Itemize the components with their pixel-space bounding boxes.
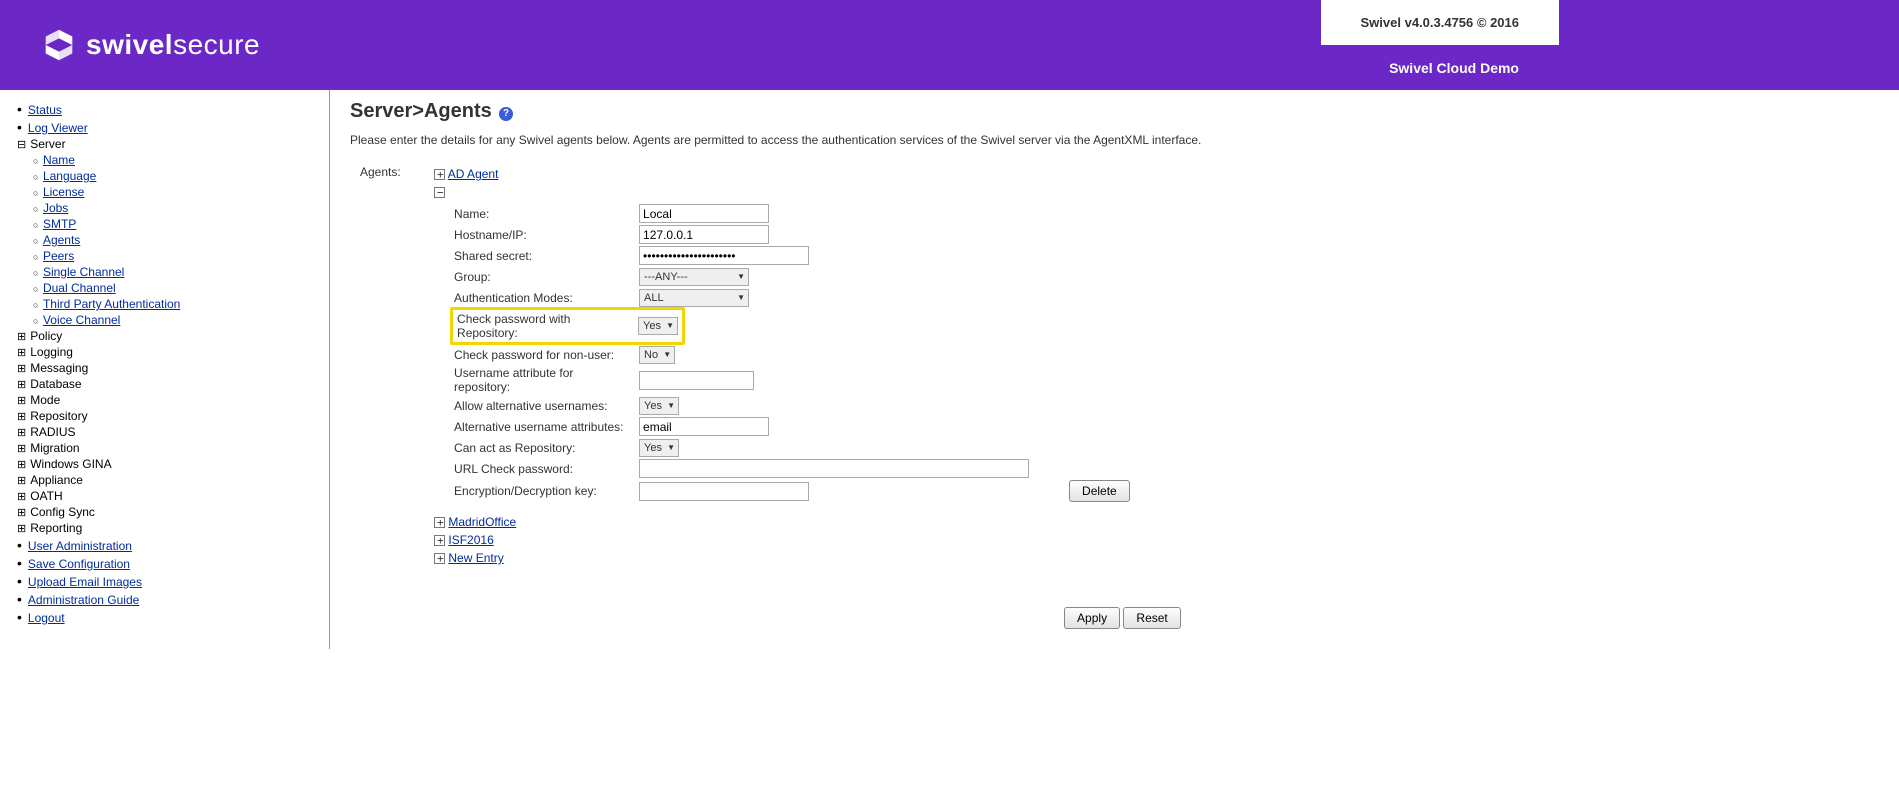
version-text: Swivel v4.0.3.4756 © 2016 [1321,0,1559,45]
expand-ad-agent-icon[interactable]: + [434,169,445,180]
expand-madrid-icon[interactable]: + [434,517,445,528]
sidebar-user-admin[interactable]: User Administration [28,539,132,553]
sidebar-log-viewer[interactable]: Log Viewer [28,121,88,135]
sidebar-server-license[interactable]: License [43,185,84,199]
input-shared-secret[interactable] [639,246,809,265]
label-shared-secret: Shared secret: [454,249,639,263]
content: Server>Agents ? Please enter the details… [330,90,1899,649]
label-allow-alt-usernames: Allow alternative usernames: [454,399,639,413]
sidebar-oath[interactable]: OATH [30,489,62,503]
sidebar-migration[interactable]: Migration [30,441,79,455]
page-intro: Please enter the details for any Swivel … [350,133,1879,147]
select-check-password-non-user[interactable]: No [639,346,675,364]
expand-isf2016-icon[interactable]: + [434,535,445,546]
swivel-logo-icon [40,26,78,64]
brand-name: swivelsecure [86,29,260,61]
sidebar-database[interactable]: Database [30,377,81,391]
sidebar-policy[interactable]: Policy [30,329,62,343]
label-username-attr-repository: Username attribute for repository: [454,366,639,394]
input-username-attr-repository[interactable] [639,371,754,390]
agent-new-entry[interactable]: New Entry [448,551,503,565]
sidebar-config-sync[interactable]: Config Sync [30,505,95,519]
sidebar-server-dual-channel[interactable]: Dual Channel [43,281,116,295]
select-check-password-repository[interactable]: Yes [638,317,678,335]
reset-button[interactable]: Reset [1123,607,1180,629]
sidebar-reporting[interactable]: Reporting [30,521,82,535]
label-encryption-key: Encryption/Decryption key: [454,484,639,498]
sidebar-save-config[interactable]: Save Configuration [28,557,130,571]
sidebar-server[interactable]: Server [30,137,65,151]
highlight-check-password-repository: Check password with Repository: Yes [450,307,685,345]
input-alt-username-attrs[interactable] [639,417,769,436]
select-group[interactable]: ---ANY--- [639,268,749,286]
label-alt-username-attrs: Alternative username attributes: [454,420,639,434]
apply-button[interactable]: Apply [1064,607,1120,629]
input-url-check-password[interactable] [639,459,1029,478]
agents-label: Agents: [360,165,431,179]
agent-isf2016[interactable]: ISF2016 [448,533,493,547]
page-title: Server>Agents [350,100,492,123]
sidebar-server-single-channel[interactable]: Single Channel [43,265,124,279]
label-check-password-repository: Check password with Repository: [457,312,638,340]
sidebar-status[interactable]: Status [28,103,62,117]
label-auth-modes: Authentication Modes: [454,291,639,305]
agent-madrid-office[interactable]: MadridOffice [448,515,516,529]
sidebar-windows-gina[interactable]: Windows GINA [30,457,111,471]
input-hostname[interactable] [639,225,769,244]
sidebar-server-jobs[interactable]: Jobs [43,201,68,215]
sidebar-server-smtp[interactable]: SMTP [43,217,76,231]
agent-ad-agent[interactable]: AD Agent [448,167,499,181]
collapse-local-icon[interactable]: − [434,187,445,198]
sidebar-logging[interactable]: Logging [30,345,73,359]
brand-logo: swivelsecure [0,0,1899,90]
select-can-act-repository[interactable]: Yes [639,439,679,457]
sidebar-server-language[interactable]: Language [43,169,96,183]
expand-new-entry-icon[interactable]: + [434,553,445,564]
label-name: Name: [454,207,639,221]
sidebar-appliance[interactable]: Appliance [30,473,83,487]
sidebar-server-third-party[interactable]: Third Party Authentication [43,297,180,311]
label-check-password-non-user: Check password for non-user: [454,348,639,362]
sidebar-server-peers[interactable]: Peers [43,249,74,263]
sidebar-repository[interactable]: Repository [30,409,87,423]
input-encryption-key[interactable] [639,482,809,501]
sidebar-server-voice-channel[interactable]: Voice Channel [43,313,120,327]
delete-button[interactable]: Delete [1069,480,1130,502]
select-auth-modes[interactable]: ALL [639,289,749,307]
label-group: Group: [454,270,639,284]
help-icon[interactable]: ? [499,107,513,121]
label-url-check-password: URL Check password: [454,462,639,476]
sidebar: Status Log Viewer Server Name Language L… [0,90,330,649]
label-hostname: Hostname/IP: [454,228,639,242]
sidebar-messaging[interactable]: Messaging [30,361,88,375]
sidebar-mode[interactable]: Mode [30,393,60,407]
sidebar-server-agents[interactable]: Agents [43,233,80,247]
sidebar-radius[interactable]: RADIUS [30,425,75,439]
sidebar-server-name[interactable]: Name [43,153,75,167]
sidebar-logout[interactable]: Logout [28,611,65,625]
header: swivelsecure Swivel v4.0.3.4756 © 2016 S… [0,0,1899,90]
cloud-demo-text: Swivel Cloud Demo [1389,60,1559,76]
sidebar-upload-email-images[interactable]: Upload Email Images [28,575,142,589]
select-allow-alt-usernames[interactable]: Yes [639,397,679,415]
input-name[interactable] [639,204,769,223]
sidebar-admin-guide[interactable]: Administration Guide [28,593,139,607]
label-can-act-repository: Can act as Repository: [454,441,639,455]
